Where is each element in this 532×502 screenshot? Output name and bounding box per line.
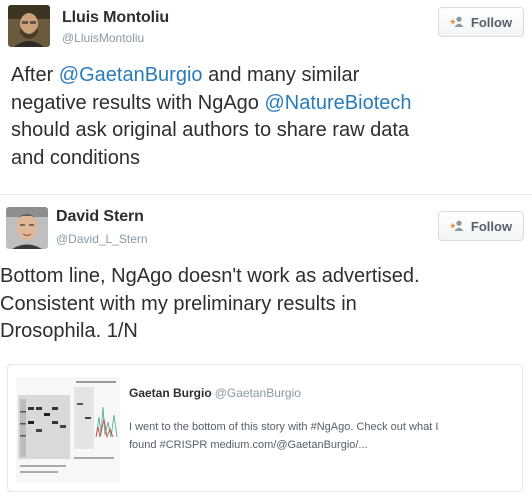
tweet-text: After @GaetanBurgio and many similar nega… — [11, 62, 526, 172]
person-photo-icon — [8, 5, 50, 47]
tweet-text-line: and conditions — [11, 145, 526, 173]
author-handle[interactable]: @LluisMontoliu — [62, 31, 144, 45]
follow-label: Follow — [470, 218, 513, 234]
tweet-lluis-montoliu: Lluis Montoliu @LluisMontoliu Follow Aft… — [0, 0, 532, 195]
tweet-text-line: After @GaetanBurgio and many similar — [11, 62, 526, 90]
author-name[interactable]: David Stern — [56, 208, 144, 226]
tweet-text-segment: should ask original authors to share raw… — [11, 119, 410, 141]
follow-label: Follow — [470, 14, 513, 30]
follow-user-icon — [450, 16, 464, 27]
tweet-text-segment: and conditions — [11, 146, 140, 169]
gel-electrophoresis-image-icon[interactable] — [16, 377, 120, 483]
avatar[interactable] — [8, 5, 50, 47]
tweet-text-line: Consistent with my preliminary results i… — [0, 291, 525, 319]
person-photo-icon — [6, 207, 48, 249]
tweet-text-line: Bottom line, NgAgo doesn't work as adver… — [0, 263, 525, 291]
tweet-text-line: should ask original authors to share raw… — [11, 117, 526, 145]
author-name[interactable]: Lluis Montoliu — [62, 9, 169, 27]
author-handle[interactable]: @David_L_Stern — [56, 232, 148, 246]
quoted-tweet-text: I went to the bottom of this story with … — [129, 418, 519, 454]
follow-button[interactable]: Follow — [438, 211, 524, 241]
mention-link[interactable]: @GaetanBurgio — [59, 64, 203, 86]
tweet-text-segment: and many similar — [202, 64, 360, 86]
quoted-text-line: I went to the bottom of this story with … — [129, 421, 439, 433]
tweet-text-segment: negative results with NgAgo — [11, 91, 265, 114]
tweet-text-segment: Consistent with my preliminary results i… — [0, 292, 357, 315]
mention-link[interactable]: @NatureBiotech — [264, 92, 411, 114]
quoted-author[interactable]: Gaetan Burgio @GaetanBurgio — [129, 386, 301, 400]
avatar[interactable] — [6, 207, 48, 249]
follow-user-icon — [450, 220, 464, 231]
quoted-text-line: found #CRISPR medium.com/@GaetanBurgio/.… — [129, 439, 368, 451]
tweet-text-line: negative results with NgAgo @NatureBiote… — [11, 90, 526, 118]
tweet-text-segment: After — [11, 64, 59, 86]
quoted-tweet-card[interactable]: Gaetan Burgio @GaetanBurgio I went to the… — [7, 364, 523, 492]
tweet-text-segment: Bottom line, NgAgo doesn't work as adver… — [0, 265, 420, 287]
tweet-text: Bottom line, NgAgo doesn't work as adver… — [0, 263, 525, 346]
tweet-text-segment: Drosophila. 1/N — [0, 320, 138, 342]
quoted-author-name: Gaetan Burgio — [129, 386, 212, 400]
quoted-author-handle: @GaetanBurgio — [214, 386, 301, 400]
tweet-text-line: Drosophila. 1/N — [0, 318, 525, 346]
follow-button[interactable]: Follow — [438, 7, 524, 37]
